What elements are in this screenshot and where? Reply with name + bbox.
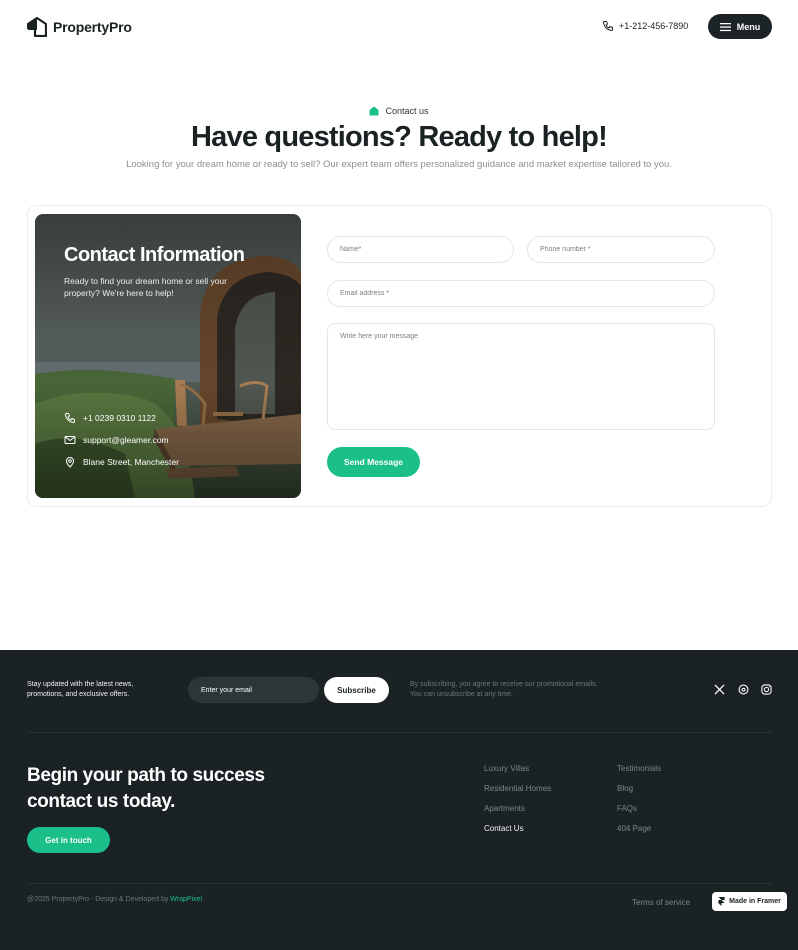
email-input[interactable] (327, 280, 715, 307)
contact-phone[interactable]: +1 0239 0310 1122 (64, 412, 156, 424)
footer-cta-heading: Begin your path to success contact us to… (27, 765, 265, 812)
newsletter-email-input[interactable]: Enter your email (188, 677, 319, 703)
message-textarea[interactable] (327, 323, 715, 430)
send-message-button[interactable]: Send Message (327, 447, 420, 477)
footer-link-luxury-villas[interactable]: Luxury Villas (484, 764, 529, 773)
made-in-framer-badge[interactable]: Made in Framer (712, 892, 787, 911)
newsletter-text: Stay updated with the latest news, promo… (27, 681, 134, 698)
made-in-framer-text: Made in Framer (729, 898, 781, 905)
footer-link-apartments[interactable]: Apartments (484, 804, 525, 813)
name-input[interactable] (327, 236, 514, 263)
terms-of-service-link[interactable]: Terms of service (632, 898, 690, 907)
contact-info-panel: Contact Information Ready to find your d… (35, 214, 301, 498)
instagram-icon[interactable] (761, 684, 772, 695)
footer-divider (27, 883, 772, 884)
menu-label: Menu (736, 21, 761, 32)
phone-number-input[interactable] (527, 236, 715, 263)
page-title: Have questions? Ready to help! (191, 121, 608, 153)
logo-text: PropertyPro (53, 19, 132, 35)
section-badge-text: Contact us (385, 106, 429, 116)
contact-info-title: Contact Information (64, 244, 245, 266)
phone-icon (603, 21, 613, 31)
site-header: PropertyPro +1-212-456-7890 Menu (0, 0, 798, 54)
section-badge: Contact us (0, 106, 798, 116)
logo[interactable]: PropertyPro (27, 17, 132, 37)
hamburger-icon (719, 22, 731, 31)
get-in-touch-button[interactable]: Get in touch (27, 827, 110, 853)
contact-address[interactable]: Blane Street, Manchester (64, 456, 179, 468)
header-phone-text: +1-212-456-7890 (619, 21, 689, 31)
footer-link-testimonials[interactable]: Testimonials (617, 764, 661, 773)
contact-info-description: Ready to find your dream home or sell yo… (64, 276, 227, 298)
home-icon (369, 106, 379, 116)
footer-link-faqs[interactable]: FAQs (617, 804, 637, 813)
subscribe-button[interactable]: Subscribe (324, 677, 389, 703)
copyright-text: @2025 PropertyPro - Design & Developed b… (27, 896, 171, 903)
x-icon[interactable] (714, 684, 725, 695)
footer-link-404-page[interactable]: 404 Page (617, 824, 651, 833)
contact-phone-text: +1 0239 0310 1122 (83, 413, 156, 423)
page-subtitle: Looking for your dream home or ready to … (126, 159, 672, 170)
footer-link-residential-homes[interactable]: Residential Homes (484, 784, 551, 793)
copyright-brand-link[interactable]: WrapPixel (170, 896, 202, 903)
logo-icon (27, 17, 47, 37)
threads-icon[interactable] (738, 684, 749, 695)
mail-icon (64, 436, 76, 444)
copyright: @2025 PropertyPro - Design & Developed b… (27, 896, 202, 903)
menu-button[interactable]: Menu (708, 14, 772, 39)
subscribe-note: By subscribing, you agree to receive our… (410, 681, 598, 698)
footer-link-contact-us[interactable]: Contact Us (484, 824, 524, 833)
footer-divider (27, 732, 772, 733)
contact-email-text: support@gleamer.com (83, 435, 169, 445)
site-footer: Stay updated with the latest news, promo… (0, 650, 798, 950)
framer-icon (718, 897, 725, 906)
header-phone[interactable]: +1-212-456-7890 (602, 20, 688, 32)
footer-link-blog[interactable]: Blog (617, 784, 633, 793)
location-pin-icon (65, 457, 75, 468)
contact-address-text: Blane Street, Manchester (83, 457, 179, 467)
contact-email[interactable]: support@gleamer.com (64, 434, 169, 446)
phone-icon (65, 413, 75, 423)
